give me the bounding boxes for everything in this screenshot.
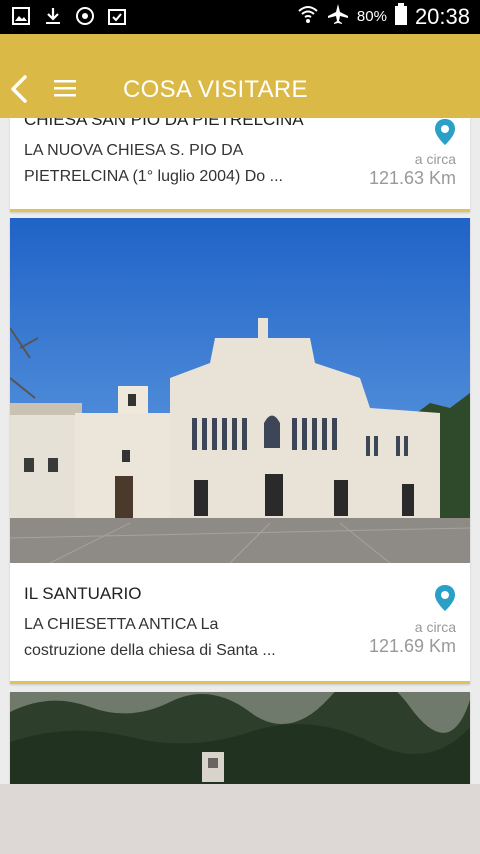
distance-label: a circa (414, 619, 456, 635)
list-item[interactable] (10, 692, 470, 784)
clock: 20:38 (414, 3, 470, 29)
page-title: COSA VISITARE (123, 76, 308, 103)
item-desc-line1: LA CHIESETTA ANTICA La (24, 616, 219, 633)
clipboard-icon (106, 5, 128, 27)
hamburger-icon (54, 80, 76, 97)
item-desc-line2: PIETRELCINA (1° luglio 2004) Do ... (24, 168, 283, 185)
location-pin-icon[interactable] (434, 584, 456, 612)
list-item[interactable]: IL SANTUARIO LA CHIESETTA ANTICA La cost… (10, 218, 470, 684)
status-bar: 80% 20:38 (0, 0, 480, 34)
item-title: CHIESA SAN PIO DA PIETRELCINA (24, 118, 304, 129)
places-list[interactable]: CHIESA SAN PIO DA PIETRELCINA LA NUOVA C… (0, 118, 480, 784)
download-icon (42, 5, 64, 27)
airplane-mode-icon (327, 3, 349, 30)
sync-icon (74, 5, 96, 27)
forest-photo (10, 692, 470, 784)
wifi-icon (297, 4, 319, 29)
item-desc-line2: costruzione della chiesa di Santa ... (24, 642, 276, 659)
gallery-icon (10, 5, 32, 27)
battery-percent: 80% (356, 8, 387, 25)
bottom-area (0, 784, 480, 854)
distance-value: 121.63 Km (368, 168, 456, 188)
menu-button[interactable] (54, 79, 76, 97)
distance-value: 121.69 Km (368, 636, 456, 656)
card-accent-line (10, 209, 470, 212)
list-item[interactable]: CHIESA SAN PIO DA PIETRELCINA LA NUOVA C… (10, 118, 470, 212)
church-photo (10, 218, 470, 563)
battery-icon (394, 3, 407, 30)
app-bar: COSA VISITARE (0, 34, 480, 118)
item-desc-line1: LA NUOVA CHIESA S. PIO DA (24, 142, 244, 159)
item-title: IL SANTUARIO (24, 584, 142, 603)
location-pin-icon[interactable] (434, 118, 456, 146)
back-button[interactable] (8, 74, 30, 104)
distance-label: a circa (414, 151, 456, 167)
card-accent-line (10, 681, 470, 684)
chevron-left-icon (11, 75, 27, 103)
